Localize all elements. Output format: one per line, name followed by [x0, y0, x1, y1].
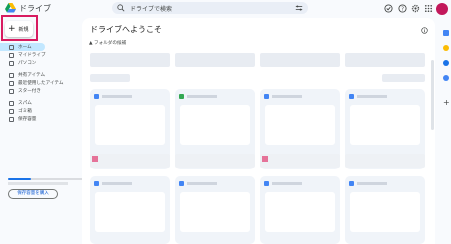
page-title: ドライブへようこそ — [90, 25, 162, 34]
shared-icon — [9, 72, 14, 78]
section-label-blur — [90, 74, 130, 82]
side-panel-rail: + — [441, 0, 451, 244]
add-addon-icon[interactable]: + — [443, 99, 450, 107]
sidebar-item-computers[interactable]: パソコン — [0, 59, 86, 67]
help-icon[interactable]: ? — [398, 4, 407, 13]
app-title: ドライブ — [19, 4, 51, 13]
search-input[interactable]: ドライブで検索 — [130, 4, 172, 13]
calendar-icon[interactable] — [443, 30, 449, 36]
sidebar-item-starred[interactable]: スター付き — [0, 87, 86, 95]
sidebar-item-label: 共有アイテム — [18, 73, 46, 78]
card-footer-icon — [262, 156, 268, 162]
info-icon[interactable] — [421, 27, 428, 34]
sidebar-item-label: 最近使用したアイテム — [18, 81, 64, 86]
sidebar-item-storage[interactable]: 保存容量 — [0, 115, 86, 123]
section-label: フォルダの候補 — [94, 41, 127, 46]
contacts-icon[interactable] — [443, 75, 449, 81]
drive-logo-icon[interactable] — [5, 3, 16, 13]
sidebar-item-spam[interactable]: スパム — [0, 99, 86, 107]
card-footer — [260, 154, 340, 168]
highlight-box — [1, 15, 38, 41]
clock-icon — [9, 80, 14, 86]
search-bar[interactable]: ドライブで検索 — [112, 2, 308, 14]
svg-text:?: ? — [401, 6, 404, 12]
star-icon — [9, 88, 14, 94]
drive-app: ドライブ ドライブで検索 ? + 新規 ホーム マイドライブ パソコン 共有アイ… — [0, 0, 451, 244]
search-options-icon[interactable] — [295, 4, 303, 12]
sidebar-item-label: スター付き — [18, 89, 41, 94]
suggested-folders-header[interactable]: ▲ フォルダの候補 — [89, 40, 126, 46]
computer-icon — [9, 60, 14, 66]
sidebar-item-home[interactable]: ホーム — [0, 43, 45, 51]
file-card[interactable] — [345, 176, 425, 244]
file-card[interactable] — [260, 176, 340, 244]
scrollbar[interactable] — [431, 60, 434, 130]
sidebar-item-label: パソコン — [18, 61, 37, 66]
top-bar: ドライブ ドライブで検索 ? — [0, 0, 451, 18]
sidebar-item-label: スパム — [18, 101, 32, 106]
card-footer — [175, 154, 255, 168]
sidebar-item-label: マイドライブ — [18, 53, 46, 58]
sidebar-item-label: 保存容量 — [18, 117, 37, 122]
file-card[interactable] — [175, 176, 255, 244]
search-icon — [117, 4, 125, 12]
main-panel: ドライブへようこそ ▲ フォルダの候補 — [82, 18, 435, 244]
tasks-icon[interactable] — [443, 60, 449, 66]
home-icon — [9, 44, 14, 50]
sidebar-item-label: ホーム — [18, 45, 32, 50]
apps-grid-icon[interactable] — [424, 4, 433, 13]
drive-icon — [9, 52, 14, 58]
view-toggle[interactable] — [382, 74, 425, 82]
sidebar-item-my-drive[interactable]: マイドライブ — [0, 51, 86, 59]
sidebar-nav: ホーム マイドライブ パソコン 共有アイテム 最近使用したアイテム スター付き … — [0, 43, 86, 123]
keep-icon[interactable] — [443, 45, 449, 51]
folder-suggestion[interactable] — [90, 53, 170, 67]
sidebar-item-recent[interactable]: 最近使用したアイテム — [0, 79, 86, 87]
settings-icon[interactable] — [411, 4, 420, 13]
file-card[interactable] — [90, 176, 170, 244]
trash-icon — [9, 108, 14, 114]
sidebar-item-label: ゴミ箱 — [18, 109, 32, 114]
storage-usage-bar — [8, 178, 83, 180]
spam-icon — [9, 100, 14, 106]
folder-suggestion[interactable] — [345, 53, 425, 67]
sidebar-item-shared[interactable]: 共有アイテム — [0, 71, 86, 79]
folder-suggestion[interactable] — [260, 53, 340, 67]
storage-usage-text — [8, 182, 68, 185]
buy-storage-button[interactable]: 保存容量を購入 — [8, 189, 58, 199]
offline-status-icon[interactable] — [384, 4, 393, 13]
sidebar-item-trash[interactable]: ゴミ箱 — [0, 107, 86, 115]
card-footer-icon — [92, 156, 98, 162]
cloud-icon — [9, 116, 14, 122]
card-footer — [345, 154, 425, 168]
card-footer — [90, 154, 170, 168]
folder-suggestion[interactable] — [175, 53, 255, 67]
